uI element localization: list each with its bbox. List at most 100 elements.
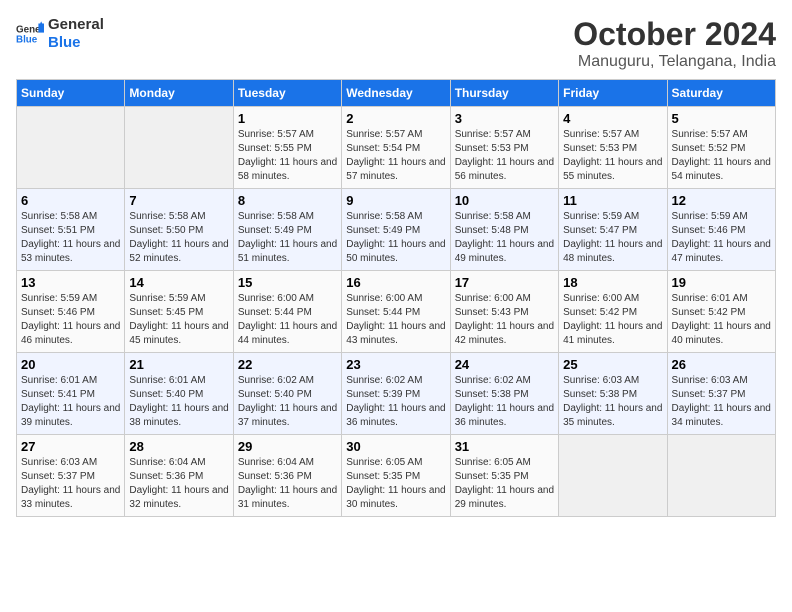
day-number: 8	[238, 193, 337, 208]
day-number: 17	[455, 275, 554, 290]
day-number: 28	[129, 439, 228, 454]
day-cell: 22 Sunrise: 6:02 AMSunset: 5:40 PMDayligh…	[233, 353, 341, 435]
day-number: 29	[238, 439, 337, 454]
day-number: 27	[21, 439, 120, 454]
day-cell: 14 Sunrise: 5:59 AMSunset: 5:45 PMDayligh…	[125, 271, 233, 353]
day-cell: 26 Sunrise: 6:03 AMSunset: 5:37 PMDayligh…	[667, 353, 775, 435]
day-cell: 8 Sunrise: 5:58 AMSunset: 5:49 PMDaylight…	[233, 189, 341, 271]
day-number: 9	[346, 193, 445, 208]
day-cell: 7 Sunrise: 5:58 AMSunset: 5:50 PMDaylight…	[125, 189, 233, 271]
day-number: 3	[455, 111, 554, 126]
logo-icon: General Blue	[16, 20, 44, 48]
day-info: Sunrise: 6:00 AMSunset: 5:42 PMDaylight:…	[563, 292, 662, 348]
day-number: 19	[672, 275, 771, 290]
day-info: Sunrise: 6:01 AMSunset: 5:42 PMDaylight:…	[672, 292, 771, 348]
day-number: 30	[346, 439, 445, 454]
day-number: 31	[455, 439, 554, 454]
day-info: Sunrise: 6:02 AMSunset: 5:40 PMDaylight:…	[238, 374, 337, 430]
weekday-wednesday: Wednesday	[342, 80, 450, 107]
day-number: 12	[672, 193, 771, 208]
day-cell	[125, 107, 233, 189]
day-number: 25	[563, 357, 662, 372]
day-info: Sunrise: 5:58 AMSunset: 5:50 PMDaylight:…	[129, 210, 228, 266]
day-info: Sunrise: 6:01 AMSunset: 5:41 PMDaylight:…	[21, 374, 120, 430]
day-cell: 17 Sunrise: 6:00 AMSunset: 5:43 PMDayligh…	[450, 271, 558, 353]
day-number: 22	[238, 357, 337, 372]
month-title: October 2024	[573, 16, 776, 53]
day-info: Sunrise: 5:59 AMSunset: 5:47 PMDaylight:…	[563, 210, 662, 266]
day-info: Sunrise: 5:57 AMSunset: 5:53 PMDaylight:…	[455, 128, 554, 184]
day-number: 14	[129, 275, 228, 290]
day-cell	[17, 107, 125, 189]
day-info: Sunrise: 5:58 AMSunset: 5:51 PMDaylight:…	[21, 210, 120, 266]
day-info: Sunrise: 5:57 AMSunset: 5:52 PMDaylight:…	[672, 128, 771, 184]
day-cell: 11 Sunrise: 5:59 AMSunset: 5:47 PMDayligh…	[559, 189, 667, 271]
day-number: 11	[563, 193, 662, 208]
logo-general: General	[48, 16, 104, 34]
day-cell: 23Sunrise: 6:02 AMSunset: 5:39 PMDayligh…	[342, 353, 450, 435]
day-info: Sunrise: 5:58 AMSunset: 5:48 PMDaylight:…	[455, 210, 554, 266]
day-info: Sunrise: 6:03 AMSunset: 5:37 PMDaylight:…	[672, 374, 771, 430]
day-cell: 12 Sunrise: 5:59 AMSunset: 5:46 PMDayligh…	[667, 189, 775, 271]
day-info: Sunrise: 5:59 AMSunset: 5:46 PMDaylight:…	[672, 210, 771, 266]
weekday-saturday: Saturday	[667, 80, 775, 107]
day-cell: 18 Sunrise: 6:00 AMSunset: 5:42 PMDayligh…	[559, 271, 667, 353]
day-number: 6	[21, 193, 120, 208]
week-row-1: 1Sunrise: 5:57 AMSunset: 5:55 PMDaylight…	[17, 107, 776, 189]
day-number: 21	[129, 357, 228, 372]
day-info: Sunrise: 5:57 AMSunset: 5:54 PMDaylight:…	[346, 128, 445, 184]
day-cell: 4 Sunrise: 5:57 AMSunset: 5:53 PMDaylight…	[559, 107, 667, 189]
day-info: Sunrise: 6:03 AMSunset: 5:38 PMDaylight:…	[563, 374, 662, 430]
day-number: 7	[129, 193, 228, 208]
svg-text:Blue: Blue	[16, 34, 38, 45]
day-number: 24	[455, 357, 554, 372]
week-row-5: 27 Sunrise: 6:03 AMSunset: 5:37 PMDayligh…	[17, 435, 776, 517]
day-info: Sunrise: 6:00 AMSunset: 5:44 PMDaylight:…	[238, 292, 337, 348]
day-cell: 10 Sunrise: 5:58 AMSunset: 5:48 PMDayligh…	[450, 189, 558, 271]
day-info: Sunrise: 6:01 AMSunset: 5:40 PMDaylight:…	[129, 374, 228, 430]
day-number: 15	[238, 275, 337, 290]
day-info: Sunrise: 6:05 AMSunset: 5:35 PMDaylight:…	[346, 456, 445, 512]
day-cell: 25 Sunrise: 6:03 AMSunset: 5:38 PMDayligh…	[559, 353, 667, 435]
page-header: General Blue General Blue October 2024 M…	[16, 16, 776, 71]
day-cell: 19 Sunrise: 6:01 AMSunset: 5:42 PMDayligh…	[667, 271, 775, 353]
day-info: Sunrise: 6:03 AMSunset: 5:37 PMDaylight:…	[21, 456, 120, 512]
day-cell: 29 Sunrise: 6:04 AMSunset: 5:36 PMDayligh…	[233, 435, 341, 517]
weekday-header-row: SundayMondayTuesdayWednesdayThursdayFrid…	[17, 80, 776, 107]
day-info: Sunrise: 6:04 AMSunset: 5:36 PMDaylight:…	[238, 456, 337, 512]
day-number: 10	[455, 193, 554, 208]
day-cell: 15 Sunrise: 6:00 AMSunset: 5:44 PMDayligh…	[233, 271, 341, 353]
day-cell: 9 Sunrise: 5:58 AMSunset: 5:49 PMDaylight…	[342, 189, 450, 271]
day-cell: 24Sunrise: 6:02 AMSunset: 5:38 PMDayligh…	[450, 353, 558, 435]
day-number: 16	[346, 275, 445, 290]
day-number: 13	[21, 275, 120, 290]
day-cell	[559, 435, 667, 517]
day-info: Sunrise: 5:58 AMSunset: 5:49 PMDaylight:…	[238, 210, 337, 266]
weekday-thursday: Thursday	[450, 80, 558, 107]
day-cell: 6 Sunrise: 5:58 AMSunset: 5:51 PMDaylight…	[17, 189, 125, 271]
day-number: 2	[346, 111, 445, 126]
weekday-friday: Friday	[559, 80, 667, 107]
day-info: Sunrise: 6:02 AMSunset: 5:39 PMDaylight:…	[346, 374, 445, 430]
calendar-table: SundayMondayTuesdayWednesdayThursdayFrid…	[16, 79, 776, 517]
day-number: 18	[563, 275, 662, 290]
day-info: Sunrise: 5:58 AMSunset: 5:49 PMDaylight:…	[346, 210, 445, 266]
weekday-tuesday: Tuesday	[233, 80, 341, 107]
logo: General Blue General Blue	[16, 16, 104, 52]
day-cell: 13Sunrise: 5:59 AMSunset: 5:46 PMDayligh…	[17, 271, 125, 353]
day-cell: 28 Sunrise: 6:04 AMSunset: 5:36 PMDayligh…	[125, 435, 233, 517]
day-cell: 2 Sunrise: 5:57 AMSunset: 5:54 PMDaylight…	[342, 107, 450, 189]
weekday-sunday: Sunday	[17, 80, 125, 107]
day-number: 5	[672, 111, 771, 126]
day-info: Sunrise: 6:04 AMSunset: 5:36 PMDaylight:…	[129, 456, 228, 512]
day-number: 4	[563, 111, 662, 126]
day-info: Sunrise: 6:00 AMSunset: 5:43 PMDaylight:…	[455, 292, 554, 348]
day-number: 26	[672, 357, 771, 372]
day-cell: 5 Sunrise: 5:57 AMSunset: 5:52 PMDaylight…	[667, 107, 775, 189]
day-info: Sunrise: 5:57 AMSunset: 5:53 PMDaylight:…	[563, 128, 662, 184]
day-cell: 20Sunrise: 6:01 AMSunset: 5:41 PMDayligh…	[17, 353, 125, 435]
day-number: 1	[238, 111, 337, 126]
day-info: Sunrise: 5:59 AMSunset: 5:45 PMDaylight:…	[129, 292, 228, 348]
day-cell: 3 Sunrise: 5:57 AMSunset: 5:53 PMDaylight…	[450, 107, 558, 189]
title-section: October 2024 Manuguru, Telangana, India	[573, 16, 776, 71]
